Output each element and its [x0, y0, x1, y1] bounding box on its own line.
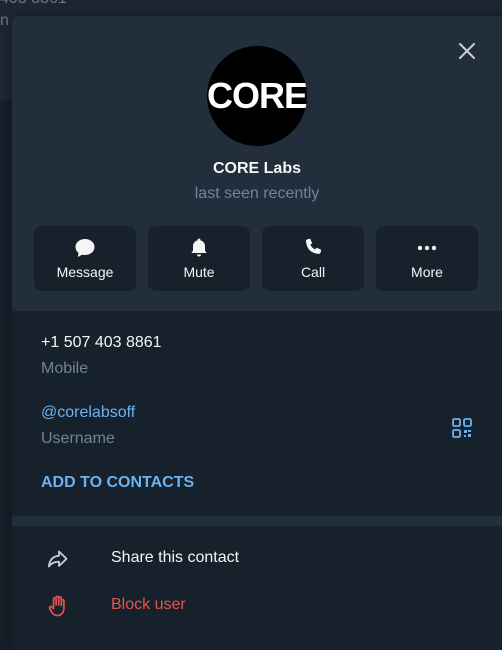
last-seen-status: last seen recently [194, 185, 320, 202]
close-icon [459, 43, 475, 59]
more-button[interactable]: More [376, 226, 478, 291]
profile-name: CORE Labs [212, 160, 301, 177]
phone-icon [305, 238, 322, 254]
mute-label: Mute [183, 264, 215, 280]
chat-bubble-icon [75, 239, 95, 257]
qr-code-icon [452, 418, 472, 438]
profile-header: CORE CORE Labs last seen recently Messag… [12, 16, 502, 311]
background-text-line: n [0, 12, 9, 29]
call-button[interactable]: Call [262, 226, 364, 291]
message-label: Message [56, 264, 114, 280]
avatar[interactable]: CORE [207, 46, 307, 146]
share-arrow-icon [47, 550, 68, 568]
username-link[interactable]: @corelabsoff [41, 404, 135, 422]
contact-info-section: +1 507 403 8861 Mobile @corelabsoff User… [12, 311, 502, 516]
background-text-line: 403 8861 [0, 0, 67, 8]
close-button[interactable] [452, 36, 482, 66]
phone-label: Mobile [41, 360, 89, 377]
section-divider [12, 516, 502, 526]
username-label: Username [41, 430, 115, 447]
bell-icon [191, 238, 207, 257]
share-contact-item[interactable]: Share this contact [12, 535, 502, 581]
call-label: Call [300, 264, 326, 280]
block-user-item[interactable]: Block user [12, 582, 502, 628]
qr-code-button[interactable] [450, 416, 474, 440]
user-info-dialog: CORE CORE Labs last seen recently Messag… [12, 16, 502, 650]
block-hand-icon [48, 595, 65, 617]
mute-button[interactable]: Mute [148, 226, 250, 291]
message-button[interactable]: Message [34, 226, 136, 291]
ellipsis-icon [417, 245, 437, 251]
share-contact-label: Share this contact [111, 549, 240, 566]
phone-number[interactable]: +1 507 403 8861 [41, 334, 162, 352]
add-to-contacts-button[interactable]: ADD TO CONTACTS [41, 474, 194, 492]
avatar-logo-text: CORE [207, 75, 307, 116]
more-label: More [411, 264, 443, 280]
block-user-label: Block user [111, 596, 186, 613]
